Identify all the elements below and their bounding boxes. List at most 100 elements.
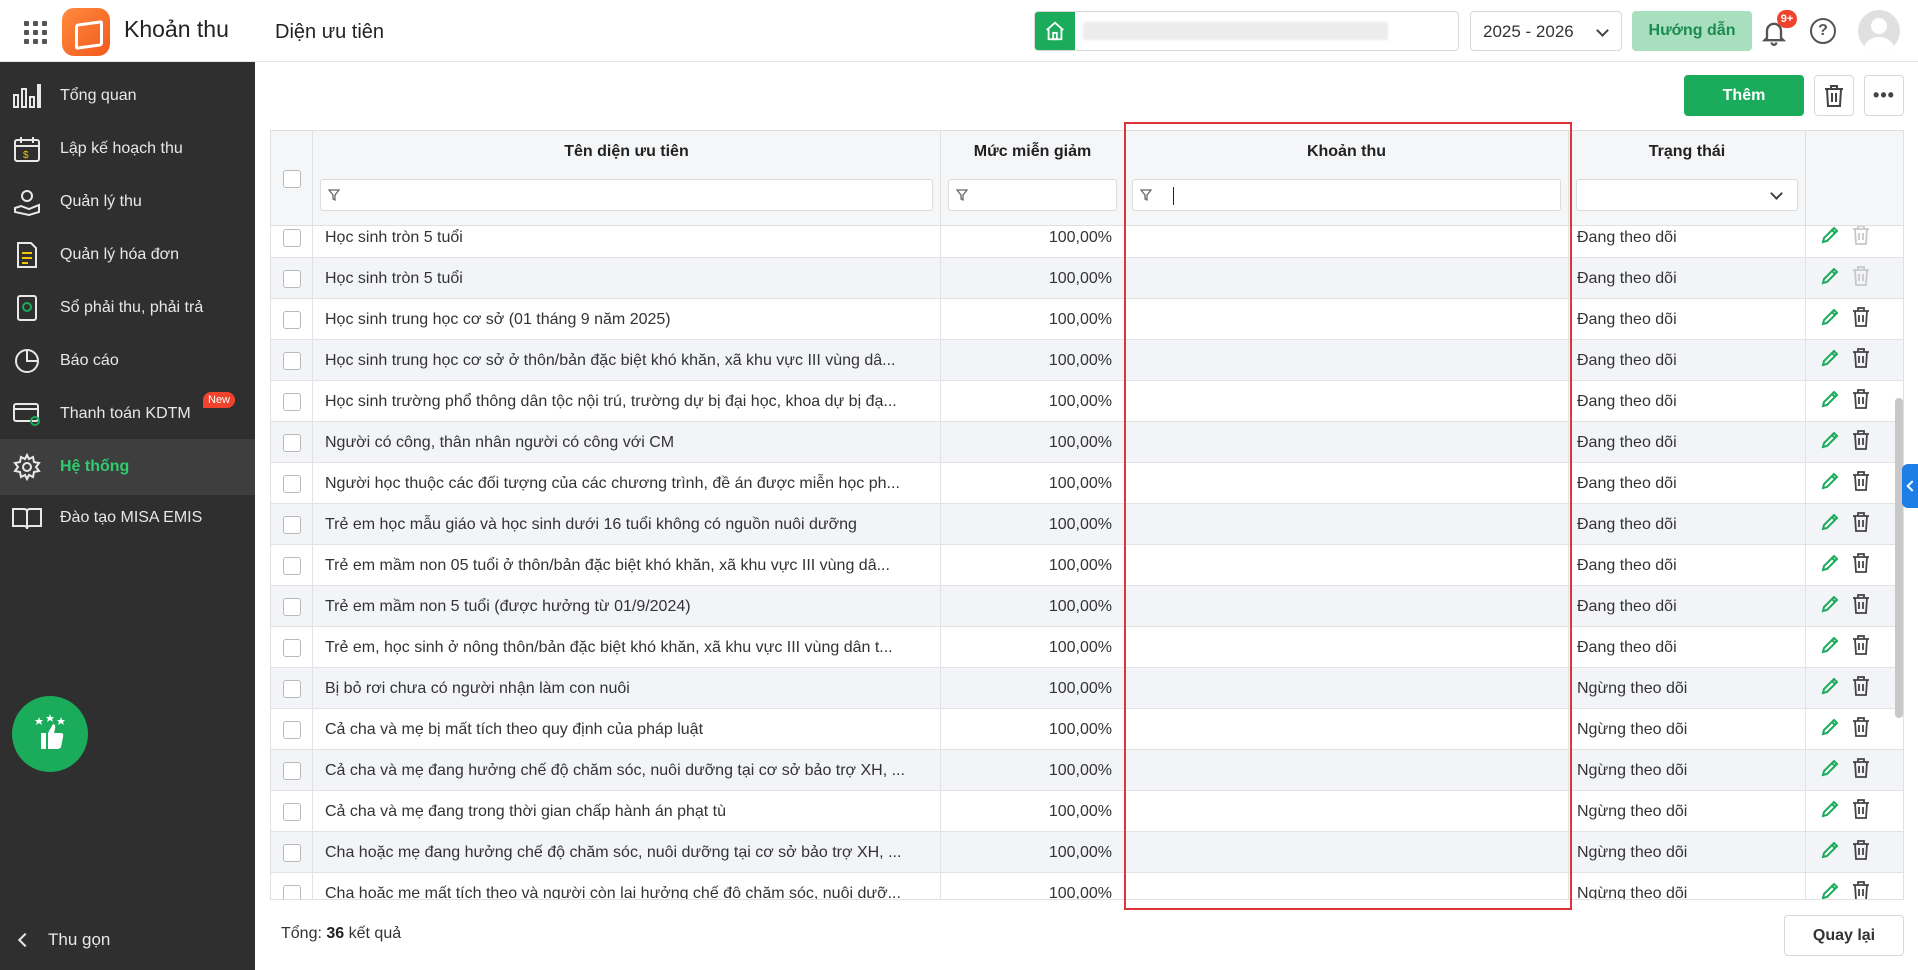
app-grid-icon[interactable] <box>20 17 48 45</box>
table-row[interactable]: Bị bỏ rơi chưa có người nhận làm con nuô… <box>271 668 1903 709</box>
add-button[interactable]: Thêm <box>1684 75 1804 116</box>
delete-trash-icon[interactable] <box>1852 676 1870 701</box>
row-checkbox[interactable] <box>282 638 301 657</box>
cell-actions <box>1806 340 1903 381</box>
sidebar-item-tong-quan[interactable]: Tổng quan <box>0 68 255 124</box>
table-row[interactable]: Cả cha và mẹ đang trong thời gian chấp h… <box>271 791 1903 832</box>
table-row[interactable]: Cha hoặc mẹ mất tích theo và người còn l… <box>271 873 1903 899</box>
table-scrollbar[interactable] <box>1895 398 1903 718</box>
table-row[interactable]: Học sinh trung học cơ sở (01 tháng 9 năm… <box>271 299 1903 340</box>
delete-trash-icon[interactable] <box>1852 881 1870 899</box>
delete-trash-icon[interactable] <box>1852 553 1870 578</box>
delete-trash-icon[interactable] <box>1852 348 1870 373</box>
sidebar-item-dao-tao[interactable]: Đào tạo MISA EMIS <box>0 490 255 546</box>
cell-name: Học sinh trường phổ thông dân tộc nội tr… <box>313 381 941 422</box>
edit-pencil-icon[interactable] <box>1820 226 1840 250</box>
row-checkbox[interactable] <box>282 720 301 739</box>
collapse-sidebar-button[interactable]: Thu gọn <box>17 930 110 950</box>
table-row[interactable]: Cả cha và mẹ đang hưởng chế độ chăm sóc,… <box>271 750 1903 791</box>
sidebar-item-bao-cao[interactable]: Báo cáo <box>0 333 255 389</box>
table-row[interactable]: Trẻ em mầm non 05 tuổi ở thôn/bản đặc bi… <box>271 545 1903 586</box>
delete-trash-icon[interactable] <box>1852 799 1870 824</box>
sidebar-item-quan-ly-hoa-don[interactable]: Quản lý hóa đơn <box>0 227 255 283</box>
guide-button[interactable]: Hướng dẫn <box>1632 11 1752 51</box>
delete-trash-icon[interactable] <box>1852 758 1870 783</box>
school-year-select[interactable]: 2025 - 2026 <box>1470 11 1622 51</box>
delete-trash-icon[interactable] <box>1852 389 1870 414</box>
row-checkbox[interactable] <box>282 228 301 247</box>
edit-pencil-icon[interactable] <box>1820 471 1840 496</box>
table-row[interactable]: Học sinh trung học cơ sở ở thôn/bản đặc … <box>271 340 1903 381</box>
row-checkbox[interactable] <box>282 433 301 452</box>
edit-pencil-icon[interactable] <box>1820 635 1840 660</box>
edit-pencil-icon[interactable] <box>1820 758 1840 783</box>
edit-pencil-icon[interactable] <box>1820 430 1840 455</box>
table-row[interactable]: Cả cha và mẹ bị mất tích theo quy định c… <box>271 709 1903 750</box>
sidebar-item-so-phai-thu[interactable]: Sổ phải thu, phải trả <box>0 280 255 336</box>
help-icon[interactable]: ? <box>1810 18 1836 44</box>
table-row[interactable]: Học sinh tròn 5 tuổi 100,00% Đang theo dõi <box>271 226 1903 258</box>
edit-pencil-icon[interactable] <box>1820 307 1840 332</box>
table-row[interactable]: Trẻ em học mẫu giáo và học sinh dưới 16 … <box>271 504 1903 545</box>
edit-pencil-icon[interactable] <box>1820 512 1840 537</box>
delete-trash-icon[interactable] <box>1852 430 1870 455</box>
avatar[interactable] <box>1858 10 1900 52</box>
delete-trash-icon[interactable] <box>1852 471 1870 496</box>
row-checkbox[interactable] <box>282 474 301 493</box>
delete-selected-button[interactable] <box>1814 75 1854 116</box>
side-panel-toggle[interactable] <box>1902 464 1918 508</box>
row-checkbox[interactable] <box>282 556 301 575</box>
row-checkbox[interactable] <box>282 884 301 899</box>
delete-trash-icon[interactable] <box>1852 594 1870 619</box>
sidebar-item-thanh-toan-kdtm[interactable]: Thanh toán KDTM New <box>0 386 255 442</box>
row-checkbox[interactable] <box>282 597 301 616</box>
table-row[interactable]: Trẻ em, học sinh ở nông thôn/bản đặc biệ… <box>271 627 1903 668</box>
table-row[interactable]: Học sinh trường phổ thông dân tộc nội tr… <box>271 381 1903 422</box>
rating-thumbs-up-icon[interactable] <box>12 696 88 772</box>
row-checkbox[interactable] <box>282 679 301 698</box>
row-checkbox[interactable] <box>282 802 301 821</box>
more-options-button[interactable]: ••• <box>1864 75 1904 116</box>
sidebar-item-quan-ly-thu[interactable]: Quản lý thu <box>0 174 255 230</box>
table-row[interactable]: Người học thuộc các đối tượng của các ch… <box>271 463 1903 504</box>
row-checkbox-cell <box>271 668 313 709</box>
row-checkbox[interactable] <box>282 843 301 862</box>
cell-status: Đang theo dõi <box>1569 340 1806 381</box>
table-row[interactable]: Người có công, thân nhân người có công v… <box>271 422 1903 463</box>
back-button[interactable]: Quay lại <box>1784 915 1904 956</box>
delete-trash-icon[interactable] <box>1852 840 1870 865</box>
edit-pencil-icon[interactable] <box>1820 881 1840 899</box>
table-row[interactable]: Trẻ em mầm non 5 tuổi (được hưởng từ 01/… <box>271 586 1903 627</box>
row-checkbox[interactable] <box>282 351 301 370</box>
sidebar-item-label: Lập kế hoạch thu <box>60 140 183 157</box>
edit-pencil-icon[interactable] <box>1820 266 1840 291</box>
sidebar-item-lap-ke-hoach-thu[interactable]: $ Lập kế hoạch thu <box>0 121 255 177</box>
row-checkbox[interactable] <box>282 392 301 411</box>
rate-filter-input[interactable] <box>948 179 1117 211</box>
edit-pencil-icon[interactable] <box>1820 594 1840 619</box>
table-row[interactable]: Cha hoặc mẹ đang hưởng chế độ chăm sóc, … <box>271 832 1903 873</box>
delete-trash-icon[interactable] <box>1852 307 1870 332</box>
edit-pencil-icon[interactable] <box>1820 676 1840 701</box>
select-all-checkbox[interactable] <box>283 170 301 188</box>
delete-trash-icon[interactable] <box>1852 512 1870 537</box>
status-filter-select[interactable] <box>1576 179 1798 211</box>
row-checkbox[interactable] <box>282 310 301 329</box>
row-checkbox[interactable] <box>282 761 301 780</box>
app-name: Khoản thu <box>124 16 229 42</box>
edit-pencil-icon[interactable] <box>1820 553 1840 578</box>
delete-trash-icon[interactable] <box>1852 717 1870 742</box>
fee-filter-input[interactable] <box>1132 179 1561 211</box>
edit-pencil-icon[interactable] <box>1820 348 1840 373</box>
edit-pencil-icon[interactable] <box>1820 840 1840 865</box>
name-filter-input[interactable] <box>320 179 933 211</box>
edit-pencil-icon[interactable] <box>1820 717 1840 742</box>
delete-trash-icon[interactable] <box>1852 635 1870 660</box>
sidebar-item-he-thong[interactable]: Hệ thống <box>0 439 255 495</box>
school-selector[interactable] <box>1034 11 1459 51</box>
table-row[interactable]: Học sinh tròn 5 tuổi 100,00% Đang theo dõi <box>271 258 1903 299</box>
row-checkbox[interactable] <box>282 269 301 288</box>
edit-pencil-icon[interactable] <box>1820 389 1840 414</box>
edit-pencil-icon[interactable] <box>1820 799 1840 824</box>
row-checkbox[interactable] <box>282 515 301 534</box>
